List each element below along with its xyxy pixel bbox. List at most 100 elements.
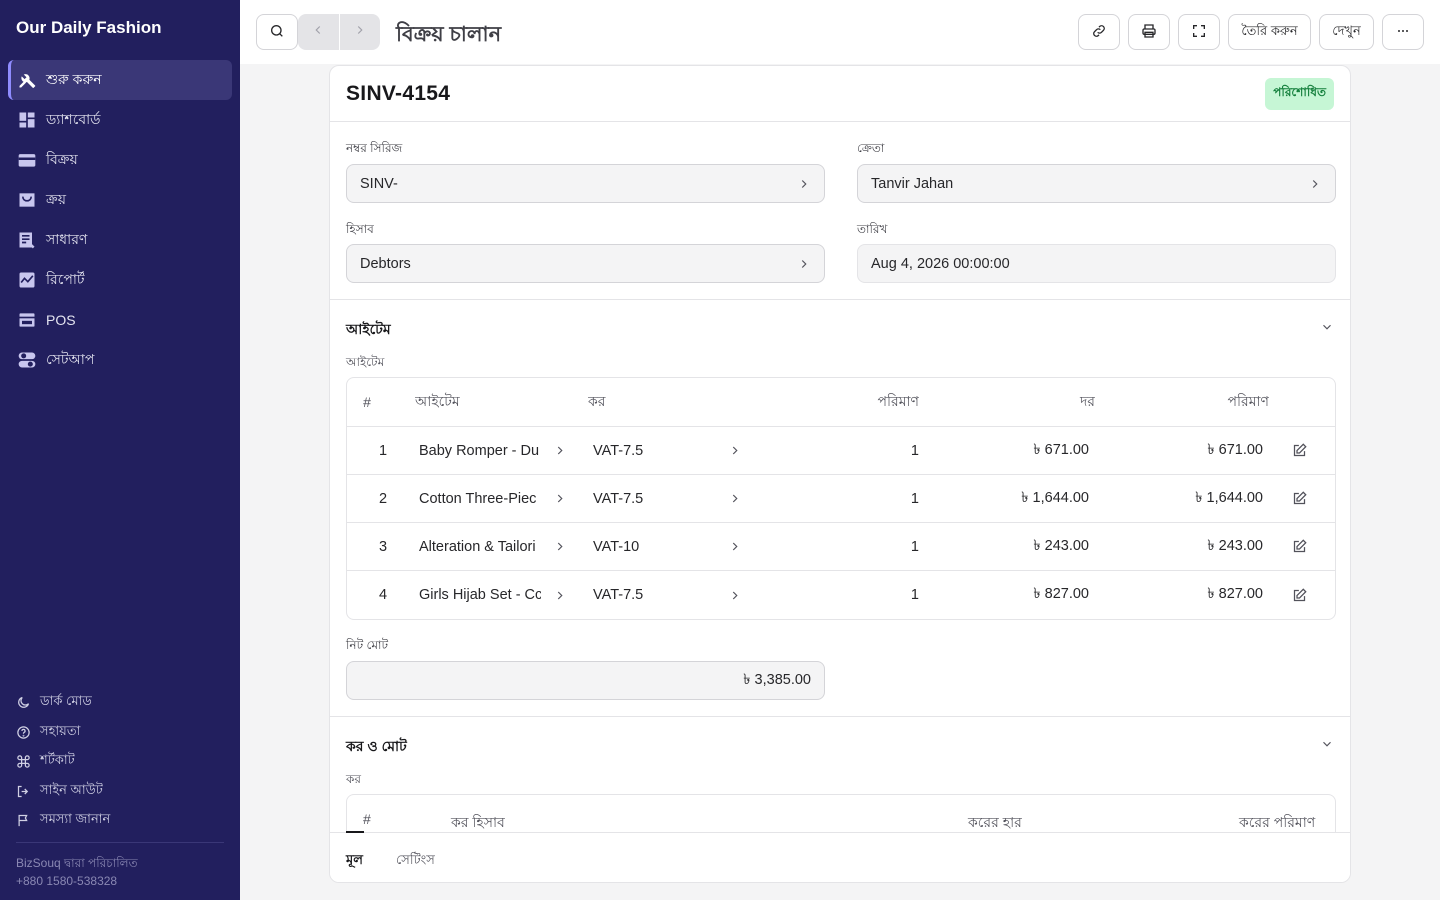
sidebar-item-get-started[interactable]: শুরু করুন bbox=[8, 60, 232, 100]
chevron-right-icon bbox=[553, 475, 567, 522]
back-button[interactable] bbox=[298, 14, 340, 50]
command-icon bbox=[16, 754, 32, 770]
search-button[interactable] bbox=[256, 14, 298, 50]
customer-value: Tanvir Jahan bbox=[871, 175, 954, 192]
row-index: 1 bbox=[378, 442, 388, 459]
rate-cell[interactable]: ৳ 827.00 bbox=[967, 571, 1089, 619]
sidebar-item-dashboard[interactable]: ড্যাশবোর্ড bbox=[8, 100, 232, 140]
quantity-cell[interactable]: 1 bbox=[797, 571, 919, 619]
item-cell[interactable]: Cotton Three-Piec bbox=[419, 475, 541, 522]
sidebar-item-label: সাধারণ bbox=[46, 231, 88, 247]
tax-section-title: কর ও মোট bbox=[346, 738, 407, 754]
sidebar-item-label: শুরু করুন bbox=[46, 71, 102, 87]
date-label: তারিখ bbox=[857, 222, 888, 236]
create-button[interactable]: তৈরি করুন bbox=[1228, 14, 1311, 50]
items-section-title: আইটেম bbox=[346, 321, 391, 337]
shortcuts-link[interactable]: শর্টকাট bbox=[16, 747, 224, 777]
chevron-left-icon bbox=[311, 23, 325, 42]
account-field[interactable]: Debtors bbox=[346, 244, 825, 283]
series-field[interactable]: SINV- bbox=[346, 164, 825, 203]
print-button[interactable] bbox=[1128, 14, 1170, 50]
top-bar: বিক্রয় চালান তৈরি করুন দেখুন bbox=[240, 0, 1440, 64]
amount-cell: ৳ 827.00 bbox=[1207, 586, 1263, 602]
tax-cell[interactable]: VAT-10 bbox=[593, 523, 723, 570]
link-icon bbox=[1091, 23, 1107, 42]
flag-icon bbox=[16, 813, 32, 829]
sidebar-item-pos[interactable]: POS bbox=[8, 300, 232, 340]
chevron-right-icon bbox=[553, 571, 567, 619]
help-icon bbox=[16, 724, 32, 740]
account-value: Debtors bbox=[360, 255, 411, 272]
sidebar-item-label: রিপোর্ট bbox=[46, 271, 85, 287]
forward-button[interactable] bbox=[340, 14, 381, 50]
tax-cell[interactable]: VAT-7.5 bbox=[593, 427, 723, 474]
edit-icon[interactable] bbox=[1292, 571, 1310, 619]
sidebar-item-reports[interactable]: রিপোর্ট bbox=[8, 260, 232, 300]
sidebar-item-purchase[interactable]: ক্রয় bbox=[8, 180, 232, 220]
divider bbox=[330, 299, 1350, 300]
sign-out-link[interactable]: সাইন আউট bbox=[16, 777, 224, 807]
powered-by-text: BizSouq দ্বারা পরিচালিত bbox=[16, 856, 138, 870]
divider bbox=[330, 121, 1350, 122]
pos-icon bbox=[16, 309, 38, 331]
quantity-cell[interactable]: 1 bbox=[797, 427, 919, 474]
status-badge: পরিশোধিত bbox=[1265, 78, 1334, 110]
dark-mode-link[interactable]: ডার্ক মোড bbox=[16, 688, 224, 718]
sidebar-divider bbox=[16, 842, 224, 843]
item-cell[interactable]: Girls Hijab Set - Cc bbox=[419, 571, 541, 619]
row-index: 2 bbox=[378, 490, 388, 507]
fullscreen-button[interactable] bbox=[1178, 14, 1220, 50]
table-row: 1 Baby Romper - Du VAT-7.5 1 ৳ 671.00 ৳ … bbox=[347, 427, 1335, 475]
header-item: আইটেম bbox=[415, 393, 460, 409]
quantity-cell[interactable]: 1 bbox=[797, 475, 919, 522]
collapse-tax-button[interactable] bbox=[1320, 737, 1334, 751]
dark-mode-label: ডার্ক মোড bbox=[40, 693, 92, 709]
edit-icon[interactable] bbox=[1292, 523, 1310, 570]
report-issue-label: সমস্যা জানান bbox=[40, 811, 111, 827]
more-options-button[interactable] bbox=[1382, 14, 1424, 50]
invoice-id: SINV-4154 bbox=[346, 82, 451, 105]
rate-cell[interactable]: ৳ 671.00 bbox=[967, 427, 1089, 474]
sidebar-item-label: সেটআপ bbox=[46, 351, 95, 367]
phone-number: +880 1580-538328 bbox=[16, 874, 118, 888]
item-cell[interactable]: Alteration & Tailori bbox=[419, 523, 541, 570]
series-value: SINV- bbox=[360, 175, 398, 192]
active-tab-indicator bbox=[346, 831, 364, 833]
chevron-right-icon bbox=[728, 523, 742, 570]
tax-cell[interactable]: VAT-7.5 bbox=[593, 571, 723, 619]
expand-icon bbox=[1191, 23, 1207, 42]
collapse-items-button[interactable] bbox=[1320, 320, 1334, 334]
brand-name: Our Daily Fashion bbox=[16, 18, 162, 37]
series-label: নম্বর সিরিজ bbox=[346, 141, 403, 155]
edit-icon[interactable] bbox=[1292, 427, 1310, 474]
help-link[interactable]: সহায়তা bbox=[16, 718, 224, 748]
date-field[interactable]: Aug 4, 2026 00:00:00 bbox=[857, 244, 1336, 283]
rate-cell[interactable]: ৳ 1,644.00 bbox=[967, 475, 1089, 522]
copy-link-button[interactable] bbox=[1078, 14, 1120, 50]
items-table: # আইটেম কর পরিমাণ দর পরিমাণ 1 Baby Rompe… bbox=[346, 377, 1336, 620]
tab-settings[interactable]: সেটিংস bbox=[396, 851, 435, 872]
sidebar-item-label: বিক্রয় bbox=[46, 151, 78, 167]
tax-sublabel: কর bbox=[346, 772, 361, 786]
item-cell[interactable]: Baby Romper - Du bbox=[419, 427, 541, 474]
sidebar-bottom-links: ডার্ক মোড সহায়তা শর্টকাট সাইন আউট সমস্য… bbox=[16, 688, 224, 836]
quantity-cell[interactable]: 1 bbox=[797, 523, 919, 570]
sidebar-footer: BizSouq দ্বারা পরিচালিত +880 1580-538328 bbox=[16, 854, 138, 890]
search-icon bbox=[269, 23, 285, 42]
sidebar-item-common[interactable]: সাধারণ bbox=[8, 220, 232, 260]
customer-field[interactable]: Tanvir Jahan bbox=[857, 164, 1336, 203]
tax-cell[interactable]: VAT-7.5 bbox=[593, 475, 723, 522]
help-label: সহায়তা bbox=[40, 722, 81, 738]
chevron-down-icon bbox=[1320, 321, 1334, 338]
sidebar-item-sales[interactable]: বিক্রয় bbox=[8, 140, 232, 180]
edit-icon[interactable] bbox=[1292, 475, 1310, 522]
chevron-right-icon bbox=[553, 427, 567, 474]
sidebar-item-setup[interactable]: সেটআপ bbox=[8, 340, 232, 380]
view-button[interactable]: দেখুন bbox=[1319, 14, 1374, 50]
setup-icon bbox=[16, 349, 38, 371]
report-issue-link[interactable]: সমস্যা জানান bbox=[16, 806, 224, 836]
rate-cell[interactable]: ৳ 243.00 bbox=[967, 523, 1089, 570]
sidebar-item-label: ড্যাশবোর্ড bbox=[46, 111, 101, 127]
tab-main[interactable]: মূল bbox=[346, 851, 363, 872]
sales-icon bbox=[16, 149, 38, 171]
